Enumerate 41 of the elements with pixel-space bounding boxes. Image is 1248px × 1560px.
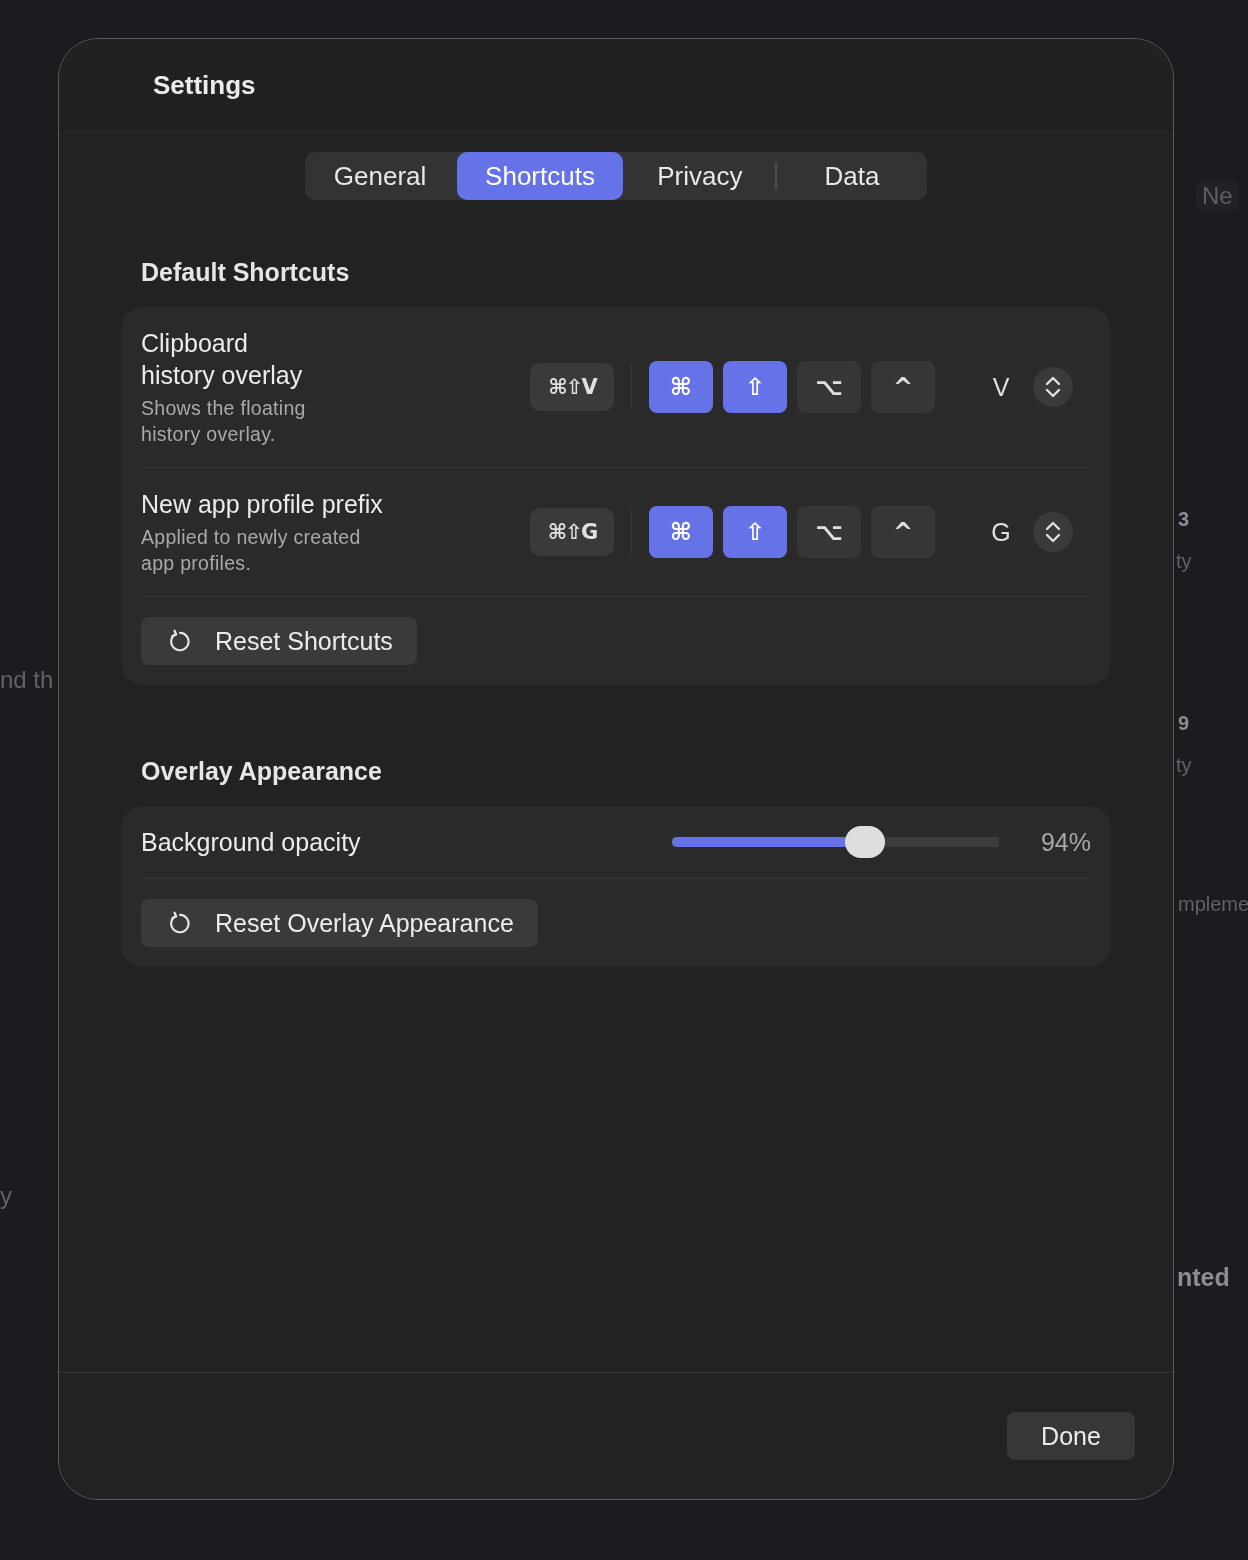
- modifier-toggle[interactable]: ^: [871, 506, 935, 558]
- modifier-toggle[interactable]: ⌥: [797, 506, 861, 558]
- setting-label: Background opacity: [141, 827, 362, 858]
- reset-button[interactable]: Reset Overlay Appearance: [141, 899, 538, 947]
- modifier-toggle[interactable]: ⇧: [723, 361, 787, 413]
- setting-description: Shows the floating history overlay.: [141, 396, 306, 447]
- shortcut-summary: ⌘⇧G: [530, 508, 614, 556]
- modifier-toggle[interactable]: ^: [871, 361, 935, 413]
- background-text: Ne: [1196, 180, 1239, 212]
- reset-icon: [167, 628, 193, 654]
- slider-value: 94%: [1040, 827, 1091, 857]
- modifier-toggle[interactable]: ⇧: [723, 506, 787, 558]
- background-text: nted: [1177, 1263, 1230, 1292]
- modifier-toggle[interactable]: ⌥: [797, 361, 861, 413]
- window-title: Settings: [153, 70, 256, 101]
- section-heading: Default Shortcuts: [140, 258, 351, 287]
- shortcut-summary: ⌘⇧V: [530, 363, 614, 411]
- background-text: 9: [1178, 712, 1190, 735]
- tab[interactable]: Privacy: [624, 152, 775, 200]
- background-text: ty: [1176, 550, 1192, 573]
- background-text: 3: [1178, 508, 1190, 531]
- background-text: nd th: [0, 666, 54, 694]
- setting-title: Clipboard history overlay: [141, 328, 304, 391]
- background-text: mpleme: [1178, 893, 1248, 916]
- key-picker-value: G: [990, 517, 1012, 547]
- section-heading: Overlay Appearance: [140, 757, 383, 786]
- done-button[interactable]: Done: [1007, 1412, 1135, 1460]
- tab[interactable]: General: [305, 152, 456, 200]
- background-text: y: [0, 1182, 12, 1210]
- reset-button[interactable]: Reset Shortcuts: [141, 617, 417, 665]
- setting-title: New app profile prefix: [141, 489, 383, 520]
- tab[interactable]: Data: [776, 152, 927, 200]
- setting-description: Applied to newly created app profiles.: [141, 525, 362, 576]
- modifier-toggle[interactable]: ⌘: [649, 361, 713, 413]
- stepper-icon[interactable]: [1033, 512, 1073, 552]
- modifier-toggle[interactable]: ⌘: [649, 506, 713, 558]
- tab[interactable]: Shortcuts: [457, 152, 623, 200]
- stepper-icon[interactable]: [1033, 367, 1073, 407]
- key-picker-value: V: [991, 372, 1011, 402]
- reset-icon: [167, 910, 193, 936]
- background-text: ty: [1176, 754, 1192, 777]
